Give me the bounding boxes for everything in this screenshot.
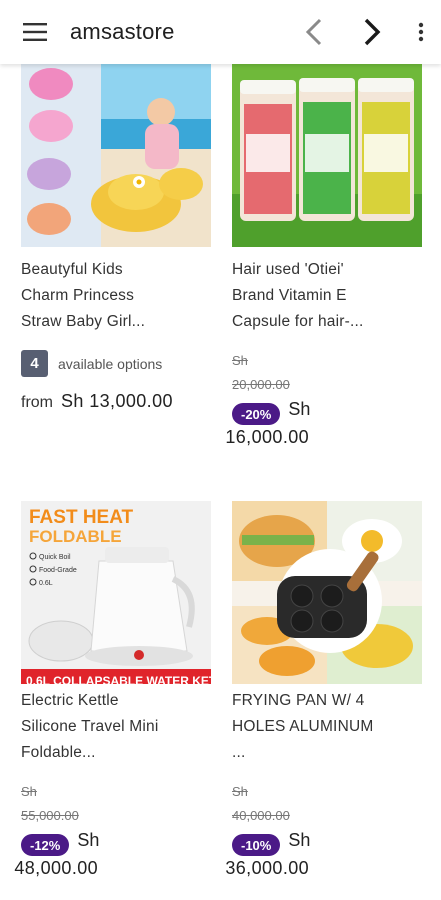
more-vert-icon[interactable] — [401, 0, 441, 64]
available-options: 4 available options — [21, 350, 211, 377]
page-title: amsastore — [70, 19, 175, 44]
svg-text:Quick Boil: Quick Boil — [39, 554, 71, 561]
product-price: 16,000.00 — [225, 427, 310, 447]
price-row: -10% Sh 36,000.00 — [225, 829, 422, 885]
svg-text:Food-Grade: Food-Grade — [39, 567, 77, 574]
price-row: -12% Sh 48,000.00 — [14, 829, 211, 885]
product-card[interactable]: Hair used 'Otiei' Brand Vitamin E Capsul… — [225, 64, 422, 454]
product-price: 48,000.00 — [14, 858, 99, 878]
hamburger-menu-icon[interactable] — [0, 0, 70, 64]
product-name[interactable]: Electric Kettle Silicone Travel Mini Fol… — [21, 688, 211, 766]
original-price: 20,000.00 — [232, 377, 290, 392]
price-currency: Sh — [288, 399, 311, 419]
product-card[interactable]: Beautyful Kids Charm Princess Straw Baby… — [21, 64, 211, 412]
product-name[interactable]: Hair used 'Otiei' Brand Vitamin E Capsul… — [232, 257, 422, 335]
price-row: -20% Sh 16,000.00 — [225, 398, 422, 454]
original-currency: Sh — [21, 784, 37, 799]
product-image-kettle[interactable]: FAST HEAT FOLDABLE Quick Boil Food-Grade… — [21, 501, 211, 684]
product-name[interactable]: Beautyful Kids Charm Princess Straw Baby… — [21, 257, 211, 335]
original-currency: Sh — [232, 784, 248, 799]
price-currency: Sh — [288, 830, 311, 850]
price-currency: Sh — [77, 830, 100, 850]
product-price: 36,000.00 — [225, 858, 310, 878]
kettle-subheadline: FOLDABLE — [29, 527, 122, 546]
chevron-left-icon[interactable] — [285, 0, 343, 64]
product-image-straw-hats[interactable] — [21, 64, 211, 247]
product-name[interactable]: FRYING PAN W/ 4 HOLES ALUMINUM ... — [232, 688, 422, 766]
original-price: 55,000.00 — [21, 808, 79, 823]
kettle-banner: 0.6L COLLAPSABLE WATER KETTLE — [26, 674, 211, 684]
from-label: from — [21, 394, 53, 411]
product-card[interactable]: FAST HEAT FOLDABLE Quick Boil Food-Grade… — [14, 501, 211, 885]
kettle-headline: FAST HEAT — [29, 507, 134, 528]
app-bar: amsastore — [0, 0, 441, 64]
original-price: 40,000.00 — [232, 808, 290, 823]
product-card[interactable]: FRYING PAN W/ 4 HOLES ALUMINUM ... Sh 40… — [225, 501, 422, 885]
options-label: available options — [58, 355, 163, 372]
product-price: Sh 13,000.00 — [61, 391, 173, 411]
svg-text:0.6L: 0.6L — [39, 580, 53, 587]
product-image-frying-pan[interactable] — [232, 501, 422, 684]
chevron-right-icon[interactable] — [343, 0, 401, 64]
original-currency: Sh — [232, 353, 248, 368]
price-line: from Sh 13,000.00 — [21, 391, 211, 412]
options-count-badge: 4 — [21, 350, 48, 377]
product-image-vitamin-e-jars[interactable] — [232, 64, 422, 247]
